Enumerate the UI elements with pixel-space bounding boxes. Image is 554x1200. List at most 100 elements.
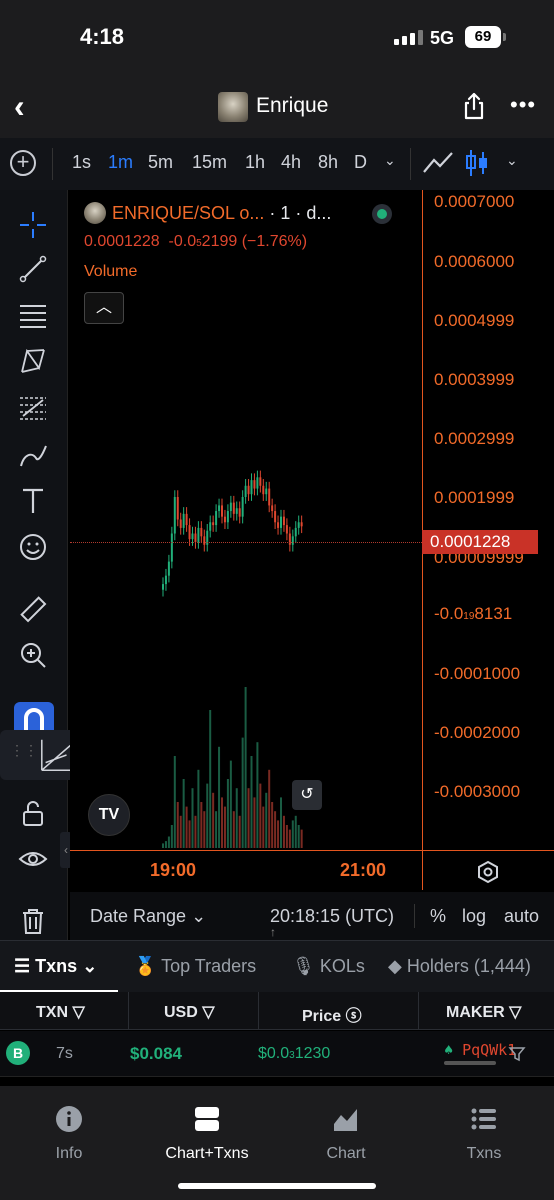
candle	[262, 485, 265, 495]
timeframe-4h[interactable]: 4h	[281, 152, 301, 173]
trend-line-icon[interactable]	[16, 252, 50, 286]
candle	[197, 527, 200, 542]
more-icon[interactable]: •••	[510, 92, 536, 118]
crosshair-icon[interactable]	[16, 208, 50, 242]
tab-kols[interactable]: 🎙 KOLs	[292, 956, 365, 977]
horizontal-lines-icon[interactable]	[16, 298, 50, 332]
eye-icon[interactable]	[16, 842, 50, 876]
chart-settings-icon[interactable]	[476, 860, 500, 884]
share-icon[interactable]	[462, 92, 486, 120]
timeframe-1h[interactable]: 1h	[245, 152, 265, 173]
log-toggle[interactable]: log	[462, 906, 486, 927]
timeframe-chevron-down-icon[interactable]: ⌄	[384, 152, 396, 169]
candle	[277, 522, 280, 528]
medal-icon: 🏅	[134, 956, 157, 976]
volume-bar	[253, 797, 256, 848]
volume-bar	[229, 760, 232, 848]
filter-icon[interactable]: ▽	[72, 1004, 84, 1021]
nav-chart-txns[interactable]: Chart+Txns	[152, 1104, 262, 1163]
trash-icon[interactable]	[16, 904, 50, 938]
col-usd[interactable]: USD ▽	[164, 1002, 215, 1022]
filter-icon[interactable]: ▽	[509, 1004, 521, 1021]
auto-toggle[interactable]: auto	[504, 906, 539, 927]
filter-icon[interactable]: ▽	[202, 1004, 214, 1021]
brush-icon[interactable]	[16, 438, 50, 472]
tradingview-logo[interactable]: TV	[88, 794, 130, 836]
timeframe-5m[interactable]: 5m	[148, 152, 173, 173]
tab-txns[interactable]: ☰ Txns ⌄	[14, 956, 97, 977]
volume-bar	[300, 829, 303, 848]
emoji-icon[interactable]	[16, 530, 50, 564]
drawing-toolbar: ⋮⋮ ‹	[0, 190, 82, 940]
timeframe-1m[interactable]: 1m	[108, 152, 133, 173]
ruler-icon[interactable]	[16, 592, 50, 626]
candle	[300, 522, 303, 527]
line-chart-icon[interactable]	[422, 150, 454, 176]
candle	[253, 480, 256, 489]
current-price-line	[70, 542, 422, 543]
time-tick: 19:00	[150, 860, 197, 880]
maker-address[interactable]: ♠ PqQWk1	[444, 1041, 516, 1059]
volume-bar	[188, 820, 191, 848]
add-indicator-icon[interactable]: +	[10, 150, 36, 176]
candle	[164, 575, 167, 585]
volume-bar	[209, 710, 212, 848]
price-suffix: 1230	[294, 1045, 331, 1062]
nav-chart[interactable]: Chart	[291, 1104, 401, 1163]
nav-txns[interactable]: Txns	[429, 1104, 539, 1163]
utc-time[interactable]: 20:18:15 (UTC)	[270, 906, 394, 927]
chart-type-chevron-down-icon[interactable]: ⌄	[506, 152, 518, 169]
candle	[191, 533, 194, 540]
back-icon[interactable]: ‹	[14, 88, 25, 125]
table-row[interactable]: B 7s $0.084 $0.031230 ♠ PqQWk1	[0, 1031, 554, 1077]
chart-toolbar: + 1s 1m 5m 15m 1h 4h 8h D ⌄ ⌄	[0, 138, 554, 190]
signal-icon	[394, 30, 423, 45]
volume-bar	[212, 792, 215, 848]
timeframe-8h[interactable]: 8h	[318, 152, 338, 173]
candlestick-icon[interactable]	[464, 148, 490, 178]
percent-toggle[interactable]: %	[430, 906, 446, 927]
text-tool-icon[interactable]	[16, 484, 50, 518]
volume-bar	[259, 783, 262, 848]
maker-filter-icon[interactable]	[508, 1045, 526, 1063]
col-divider	[418, 992, 419, 1030]
candle	[200, 527, 203, 537]
price-chart[interactable]: ENRIQUE/SOL o... · 1 · d... 0.0001228 -0…	[70, 190, 554, 890]
pattern-tool-icon[interactable]	[16, 344, 50, 378]
tab-holders[interactable]: ◆ Holders (1,444)	[388, 956, 531, 977]
legend-collapse-button[interactable]: ︿	[84, 292, 124, 324]
volume-bar	[271, 802, 274, 848]
candle	[218, 505, 221, 512]
price-tick: 0.0006000	[434, 252, 515, 271]
legend-token-icon	[84, 202, 106, 224]
candle	[173, 497, 176, 534]
legend-symbol: ENRIQUE/SOL o... · 1 · d...	[112, 203, 331, 224]
drag-handle-icon[interactable]: ⋮⋮	[10, 742, 38, 759]
col-txn[interactable]: TXN ▽	[36, 1002, 85, 1022]
currency-toggle-icon[interactable]: ⓢ	[346, 1008, 362, 1025]
tick-sub: 19	[463, 611, 475, 622]
tab-top-traders[interactable]: 🏅 Top Traders	[134, 956, 256, 977]
timeframe-1s[interactable]: 1s	[72, 152, 91, 173]
zoom-in-icon[interactable]	[16, 638, 50, 672]
col-txn-label: TXN	[36, 1004, 68, 1021]
chevron-down-icon: ⌄	[191, 906, 207, 926]
date-range-selector[interactable]: Date Range ⌄	[90, 906, 206, 927]
diamond-icon: ◆	[388, 956, 402, 976]
volume-bar	[191, 788, 194, 848]
price-tick: 0.0004999	[434, 311, 515, 330]
col-divider	[258, 992, 259, 1030]
unlock-icon[interactable]	[16, 796, 50, 830]
nav-info[interactable]: Info	[14, 1104, 124, 1163]
volume-bar	[250, 756, 253, 848]
fib-tool-icon[interactable]	[16, 390, 50, 424]
timeframe-d[interactable]: D	[354, 152, 367, 173]
legend-interval: · 1 · d...	[269, 203, 332, 223]
volume-bar	[194, 815, 197, 848]
price-tick: -0.0003000	[434, 782, 521, 801]
col-price[interactable]: Price ⓢ	[302, 1002, 362, 1026]
reset-chart-button[interactable]: ↺	[292, 780, 322, 810]
timeframe-15m[interactable]: 15m	[192, 152, 227, 173]
col-maker[interactable]: MAKER ▽	[446, 1002, 521, 1022]
candle	[247, 485, 250, 495]
